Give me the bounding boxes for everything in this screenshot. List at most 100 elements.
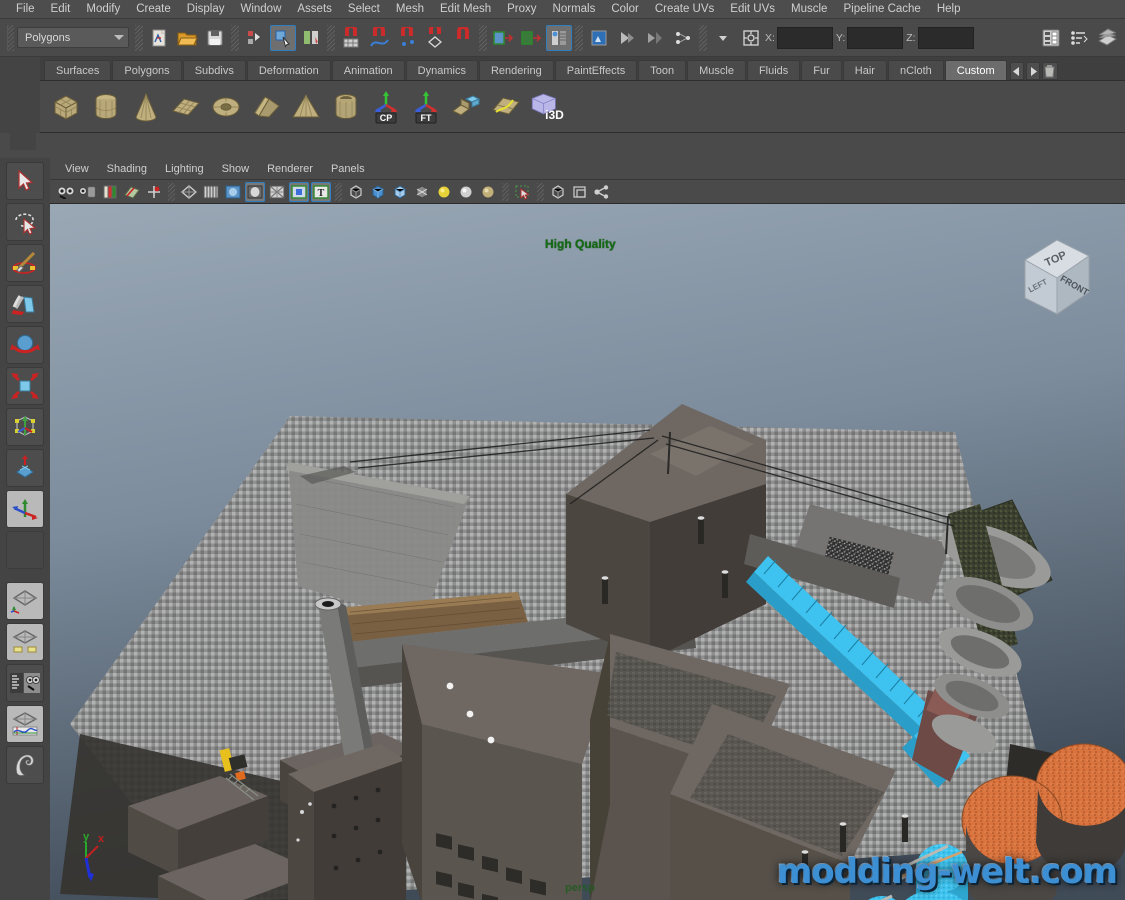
shelf-tab-polygons[interactable]: Polygons: [112, 60, 182, 80]
shelf-tab-fluids[interactable]: Fluids: [746, 60, 801, 80]
rotate-tool[interactable]: [6, 326, 44, 364]
snap-mode-dropdown[interactable]: [710, 25, 736, 51]
menu-item-pipeline-cache[interactable]: Pipeline Cache: [835, 1, 928, 17]
show-manipulator-tool[interactable]: [6, 490, 44, 528]
menu-item-help[interactable]: Help: [929, 1, 969, 17]
input-transform-icon[interactable]: [738, 25, 764, 51]
ipr-render-icon[interactable]: [546, 24, 572, 51]
soft-modification-tool[interactable]: [6, 449, 44, 487]
camera-attributes-icon[interactable]: [78, 182, 98, 202]
toolbar-grip[interactable]: [7, 24, 14, 51]
shelf-next-arrow-icon[interactable]: [1025, 62, 1040, 80]
select-components-icon[interactable]: [513, 182, 533, 202]
film-gate-icon[interactable]: [390, 182, 410, 202]
hardware-texturing-icon[interactable]: [223, 182, 243, 202]
z-input-field[interactable]: [917, 26, 974, 49]
poly-pipe-icon[interactable]: [328, 89, 364, 125]
select-by-component-icon[interactable]: [298, 25, 324, 51]
poly-prism-icon[interactable]: [248, 89, 284, 125]
shelf-tab-dynamics[interactable]: Dynamics: [405, 60, 478, 80]
shelf-tab-custom[interactable]: Custom: [944, 60, 1007, 80]
create-polygon-ft-icon[interactable]: FT: [408, 89, 444, 125]
shelf-tab-rendering[interactable]: Rendering: [478, 60, 554, 80]
shadows-icon[interactable]: [267, 182, 287, 202]
delete-shelf-icon[interactable]: [1041, 62, 1058, 80]
split-polygon-icon[interactable]: [488, 89, 524, 125]
move-tool[interactable]: [6, 285, 44, 323]
shelf-tab-ncloth[interactable]: nCloth: [887, 60, 944, 80]
shelf-tab-deformation[interactable]: Deformation: [246, 60, 331, 80]
select-by-hierarchy-icon[interactable]: [242, 25, 268, 51]
poly-cube-icon[interactable]: [48, 89, 84, 125]
make-live-icon[interactable]: [450, 25, 476, 51]
view-cube[interactable]: TOP FRONT LEFT: [1003, 226, 1103, 326]
menu-item-assets[interactable]: Assets: [289, 1, 340, 17]
viewport-menu-show[interactable]: Show: [213, 161, 259, 177]
xray-mode-icon[interactable]: [289, 181, 309, 202]
menu-item-modify[interactable]: Modify: [78, 1, 128, 17]
hypergraph-hypershade-layout[interactable]: [6, 664, 44, 702]
render-settings-icon[interactable]: [586, 25, 612, 51]
poly-plane-icon[interactable]: [168, 89, 204, 125]
select-by-object-icon[interactable]: [270, 24, 296, 51]
object-display-icon[interactable]: [548, 182, 568, 202]
i3d-export-icon[interactable]: i3D: [528, 89, 564, 125]
wireframe-shading-icon[interactable]: [179, 182, 199, 202]
render-current-frame-icon[interactable]: [518, 25, 544, 51]
snap-to-point-icon[interactable]: [394, 25, 420, 51]
snap-to-projected-center-icon[interactable]: [422, 25, 448, 51]
persp-outliner-layout[interactable]: [6, 623, 44, 661]
resolution-gate-icon[interactable]: [412, 182, 432, 202]
book-bookmarks-icon[interactable]: [100, 182, 120, 202]
node-editor-icon[interactable]: [670, 25, 696, 51]
use-all-lights-icon[interactable]: [245, 181, 265, 202]
shelf-tab-toon[interactable]: Toon: [638, 60, 687, 80]
snap-to-grid-icon[interactable]: [338, 25, 364, 51]
channel-box-icon[interactable]: [1038, 25, 1064, 51]
lasso-select-tool[interactable]: [6, 203, 44, 241]
poly-pyramid-icon[interactable]: [288, 89, 324, 125]
combine-mesh-icon[interactable]: [448, 89, 484, 125]
universal-manipulator-tool[interactable]: [6, 408, 44, 446]
save-scene-icon[interactable]: [202, 25, 228, 51]
attribute-editor-icon[interactable]: [1066, 25, 1092, 51]
light-yellow-icon[interactable]: [434, 182, 454, 202]
create-polygon-cp-icon[interactable]: CP: [368, 89, 404, 125]
menu-item-edit-mesh[interactable]: Edit Mesh: [432, 1, 499, 17]
viewport-menu-view[interactable]: View: [56, 161, 98, 177]
shelf-tab-muscle[interactable]: Muscle: [687, 60, 746, 80]
grid-display-icon[interactable]: [368, 182, 388, 202]
paint-select-tool[interactable]: [6, 244, 44, 282]
shelf-tab-painteffects[interactable]: PaintEffects: [554, 60, 638, 80]
x-input-field[interactable]: [776, 26, 833, 49]
menu-item-display[interactable]: Display: [179, 1, 233, 17]
isolate-select-icon[interactable]: [346, 182, 366, 202]
menu-item-proxy[interactable]: Proxy: [499, 1, 544, 17]
light-tan-icon[interactable]: [478, 182, 498, 202]
last-tool-used[interactable]: [6, 531, 44, 569]
shelf-prev-arrow-icon[interactable]: [1009, 62, 1024, 80]
toggle-relationship-editor-icon[interactable]: [614, 25, 640, 51]
image-plane-icon[interactable]: [122, 182, 142, 202]
shelf-tab-surfaces[interactable]: Surfaces: [44, 60, 112, 80]
hypergraph-icon[interactable]: [642, 25, 668, 51]
shelf-tab-subdivs[interactable]: Subdivs: [182, 60, 246, 80]
menu-item-window[interactable]: Window: [232, 1, 289, 17]
smooth-shade-all-icon[interactable]: [201, 182, 221, 202]
viewport-menu-lighting[interactable]: Lighting: [156, 161, 213, 177]
menu-item-edit-uvs[interactable]: Edit UVs: [722, 1, 783, 17]
light-grey-icon[interactable]: [456, 182, 476, 202]
open-scene-icon[interactable]: [174, 25, 200, 51]
share-viewport-icon[interactable]: [592, 182, 612, 202]
panel-zoom-icon[interactable]: [570, 182, 590, 202]
poly-cylinder-icon[interactable]: [88, 89, 124, 125]
shelf-tab-fur[interactable]: Fur: [801, 60, 842, 80]
tool-settings-icon[interactable]: [1094, 25, 1120, 51]
viewport-menu-renderer[interactable]: Renderer: [258, 161, 322, 177]
menuset-selector[interactable]: Polygons: [17, 27, 129, 48]
menu-item-mesh[interactable]: Mesh: [388, 1, 432, 17]
maya-logo-icon[interactable]: [6, 746, 44, 784]
menu-item-create[interactable]: Create: [128, 1, 179, 17]
single-perspective-layout[interactable]: [6, 582, 44, 620]
viewport-3d-scene[interactable]: High Quality persp y x TOP FRONT LEFT mo…: [50, 204, 1125, 900]
